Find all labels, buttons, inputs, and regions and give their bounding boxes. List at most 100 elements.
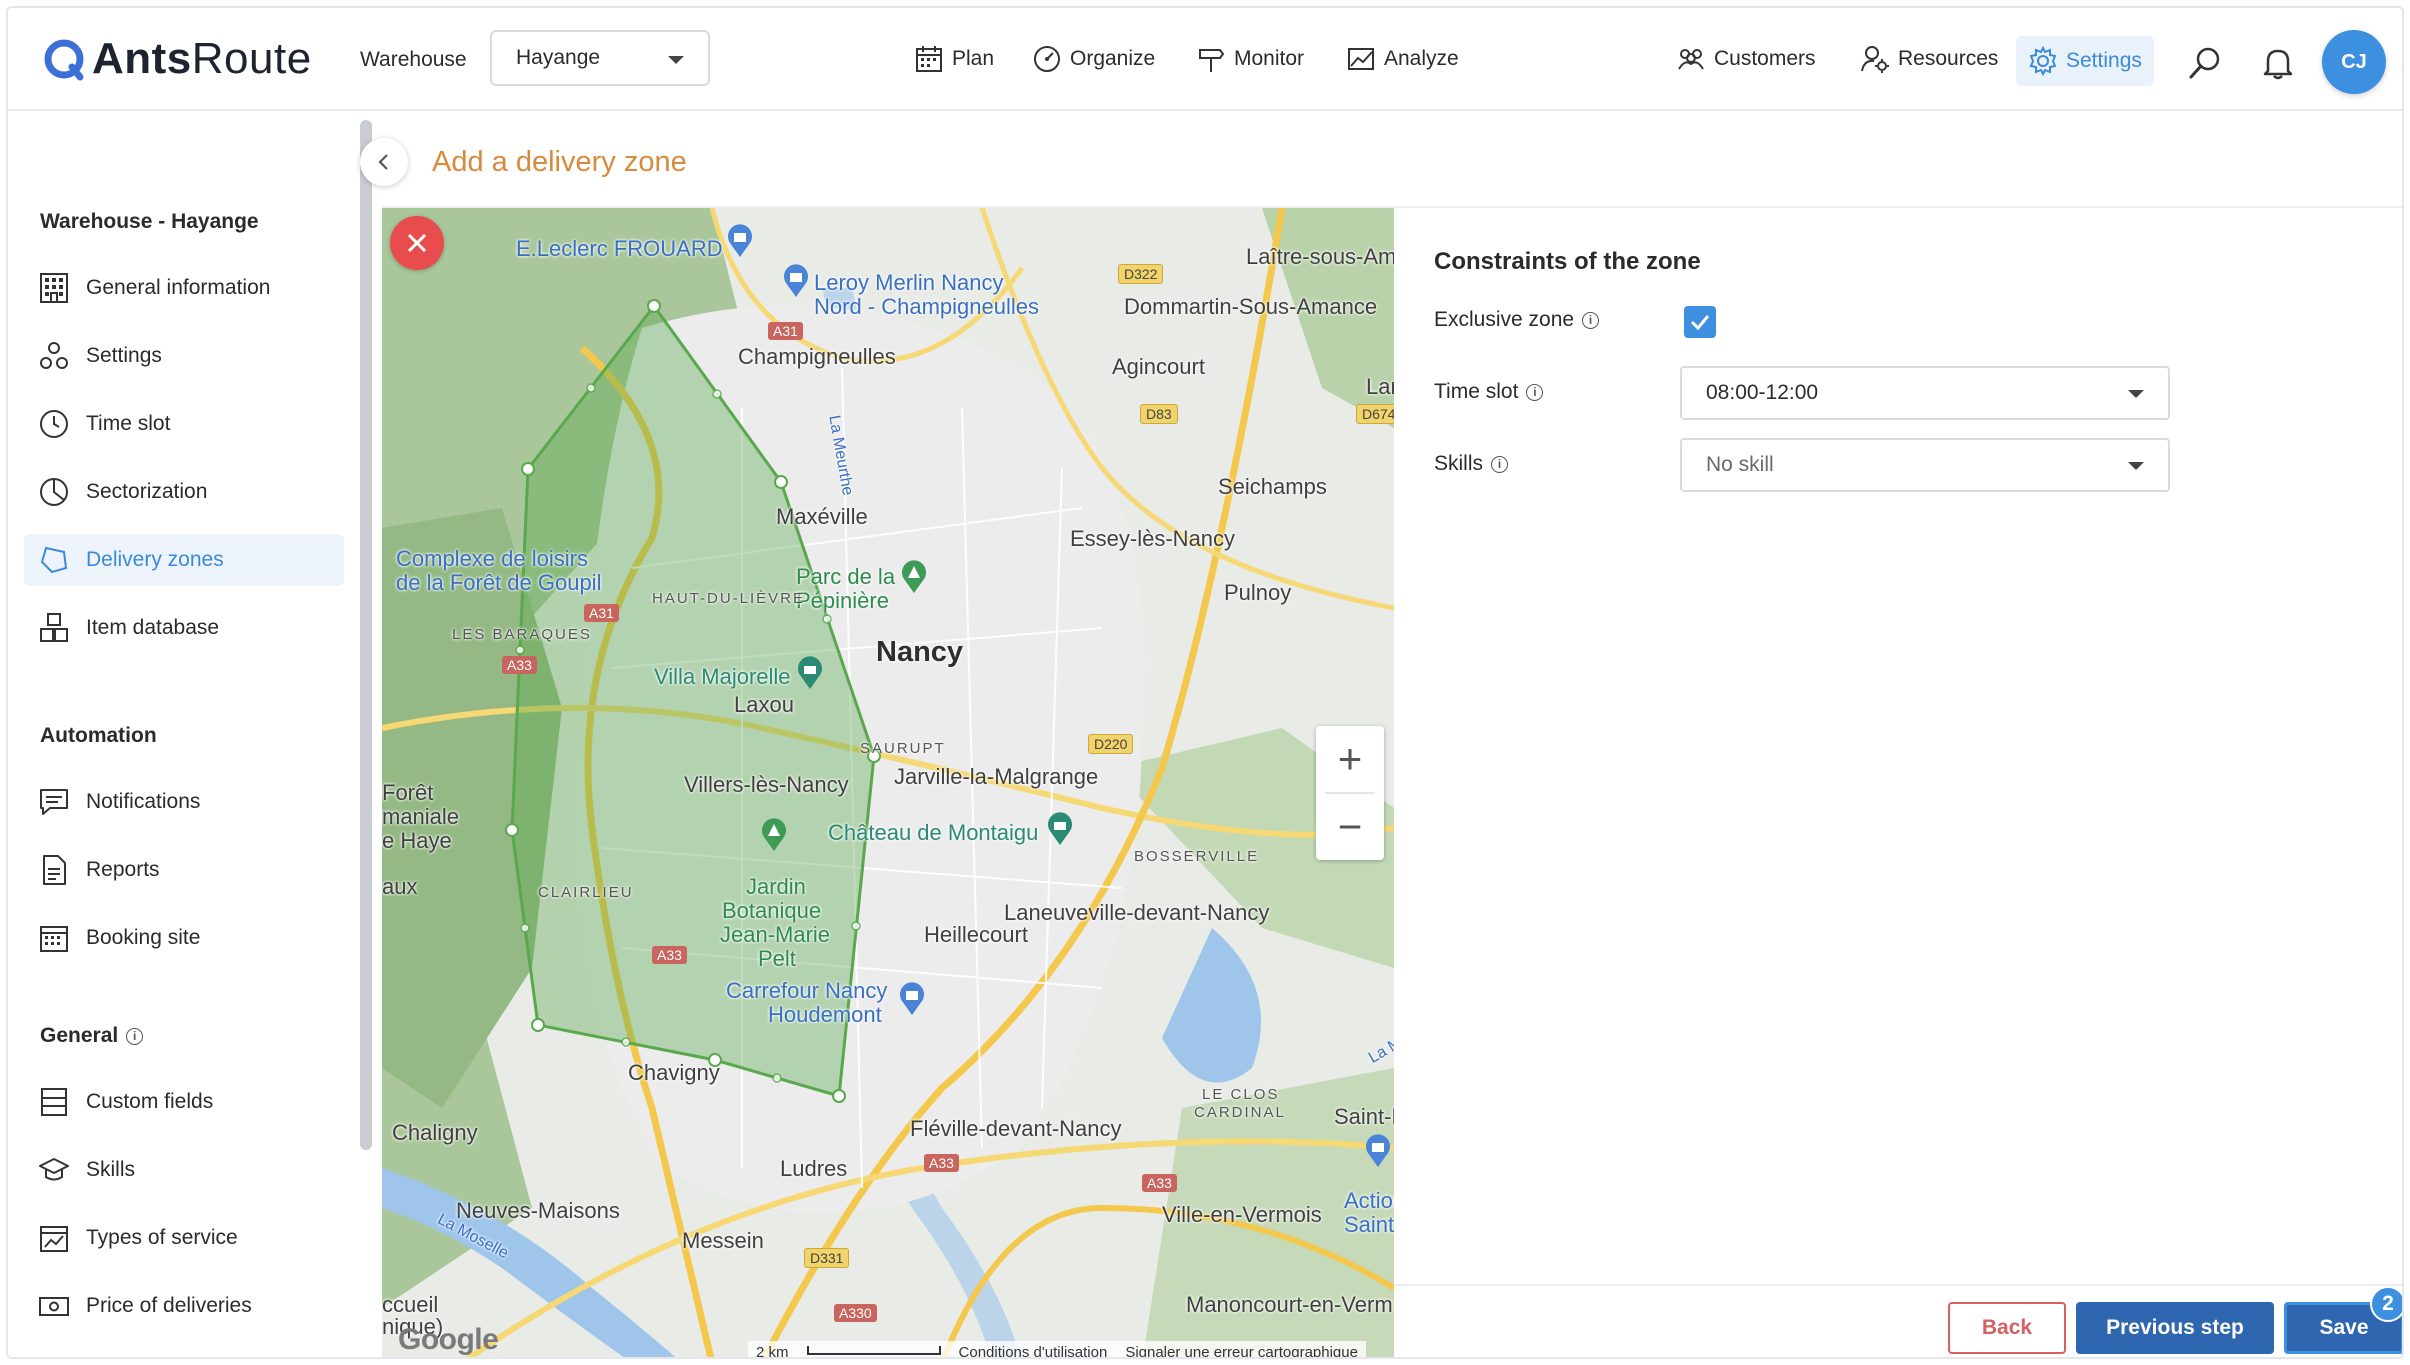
road-shield: A31 (584, 604, 619, 622)
chart-icon (1348, 48, 1374, 70)
sidebar-item-types-of-service[interactable]: Types of service (24, 1212, 344, 1264)
sidebar-item-custom-fields[interactable]: Custom fields (24, 1076, 344, 1128)
map-label: Agincourt (1112, 354, 1205, 379)
back-button[interactable]: Back (1948, 1302, 2066, 1354)
zoom-out-button[interactable]: − (1316, 794, 1384, 860)
map-view[interactable]: E.Leclerc FROUARD Leroy Merlin Nancy Nor… (382, 208, 1394, 1358)
chevron-down-icon (2128, 462, 2144, 470)
map-terms-link[interactable]: Conditions d'utilisation (959, 1344, 1108, 1358)
gauge-icon (1034, 46, 1060, 72)
top-header: AntsRoute Warehouse Hayange Plan Organiz… (8, 8, 2402, 111)
info-icon[interactable]: i (1526, 383, 1544, 401)
clock-icon (40, 410, 68, 438)
map-label: Ville-en-Vermois (1162, 1202, 1322, 1227)
road-shield: D322 (1118, 264, 1164, 284)
gears-icon (40, 342, 68, 369)
zoom-in-button[interactable]: + (1316, 726, 1384, 792)
antsroute-logo-icon (44, 39, 84, 81)
sidebar-scrollbar[interactable] (360, 120, 372, 1150)
road-shield: A33 (502, 656, 537, 674)
map-label: Villa Majorelle (654, 664, 791, 689)
map-label: CARDINAL (1194, 1104, 1286, 1121)
nav-analyze[interactable]: Analyze (1346, 44, 1459, 74)
collapse-sidebar-button[interactable] (360, 138, 408, 186)
previous-step-button[interactable]: Previous step (2076, 1302, 2274, 1354)
nav-settings-label: Settings (2066, 49, 2142, 72)
bell-icon[interactable] (2262, 46, 2294, 80)
nav-organize[interactable]: Organize (1032, 44, 1155, 74)
search-icon[interactable] (2188, 46, 2222, 80)
info-icon[interactable]: i (1582, 311, 1600, 329)
info-icon[interactable]: i (126, 1027, 144, 1045)
clear-zone-button[interactable] (390, 216, 444, 270)
map-label: Pelt (758, 946, 796, 971)
nav-settings[interactable]: Settings (2016, 36, 2154, 86)
map-label: de la Forêt de Goupil (396, 570, 602, 595)
map-zoom-control: + − (1316, 726, 1384, 860)
map-label: Chavigny (628, 1060, 720, 1085)
sidebar-item-label: Types of service (86, 1226, 238, 1249)
map-label: Saint-N (1334, 1104, 1394, 1129)
landmark-pin-icon (1048, 812, 1072, 845)
sidebar-item-notifications[interactable]: Notifications (24, 776, 344, 828)
user-avatar[interactable]: CJ (2322, 30, 2386, 94)
antsroute-logo[interactable]: AntsRoute (42, 34, 312, 84)
exclusive-zone-label: Exclusive zone i (1434, 308, 1600, 332)
form-fields-icon (41, 1088, 67, 1116)
exclusive-zone-checkbox[interactable] (1684, 306, 1716, 338)
sidebar-item-reports[interactable]: Reports (24, 844, 344, 896)
info-icon[interactable]: i (1491, 455, 1509, 473)
sidebar-item-label: Delivery zones (86, 548, 224, 571)
skills-select[interactable]: No skill (1680, 438, 2170, 492)
sidebar-item-label: Price of deliveries (86, 1294, 252, 1317)
nav-customers-label: Customers (1714, 47, 1816, 70)
warehouse-select[interactable]: Hayange (490, 30, 710, 86)
map-label: Villers-lès-Nancy (684, 772, 849, 797)
sidebar-item-label: Skills (86, 1158, 136, 1181)
map-report-link[interactable]: Signaler une erreur cartographique (1125, 1344, 1358, 1358)
sidebar-item-delivery-zones[interactable]: Delivery zones (24, 534, 344, 586)
sidebar-item-time-slot[interactable]: Time slot (24, 398, 344, 450)
map-label: Botanique (722, 898, 822, 923)
sidebar-item-settings[interactable]: Settings (24, 330, 344, 382)
chevron-down-icon (2128, 390, 2144, 398)
sidebar-item-item-database[interactable]: Item database (24, 602, 344, 654)
page-title: Add a delivery zone (432, 146, 687, 178)
message-icon (40, 789, 68, 815)
map-label: maniale (382, 804, 460, 829)
shopping-pin-icon (728, 224, 752, 257)
time-slot-select[interactable]: 08:00-12:00 (1680, 366, 2170, 420)
sidebar-item-label: Reports (86, 858, 160, 881)
nav-resources[interactable]: Resources (1860, 44, 1998, 74)
road-shield: D83 (1140, 404, 1178, 424)
sidebar-item-price-of-deliveries[interactable]: Price of deliveries (24, 1280, 344, 1332)
time-slot-label: Time slot i (1434, 380, 1544, 404)
sidebar-item-sectorization[interactable]: Sectorization (24, 466, 344, 518)
map-label: Laxou (734, 692, 794, 717)
road-shield: A31 (768, 322, 803, 340)
sidebar-item-label: Item database (86, 616, 220, 639)
road-shield: A33 (924, 1154, 959, 1172)
sidebar-item-general-information[interactable]: General information (24, 262, 344, 314)
map-label: CLAIRLIEU (538, 884, 634, 901)
sidebar-item-skills[interactable]: Skills (24, 1144, 344, 1196)
sidebar-item-label: Sectorization (86, 480, 208, 503)
user-gear-icon (1861, 46, 1889, 73)
map-label: aux (382, 874, 418, 899)
nav-customers[interactable]: Customers (1676, 44, 1816, 74)
shopping-pin-icon (900, 982, 924, 1015)
nav-monitor[interactable]: Monitor (1196, 44, 1304, 74)
banknote-icon (39, 1297, 69, 1316)
time-slot-label-text: Time slot (1434, 380, 1519, 403)
skills-label: Skills i (1434, 452, 1509, 476)
step-badge: 2 (2370, 1286, 2402, 1322)
nav-plan[interactable]: Plan (914, 44, 994, 74)
map-label: Manoncourt-en-Verm (1186, 1292, 1393, 1317)
polygon-icon (40, 546, 68, 574)
calendar-chart-icon (40, 1226, 68, 1252)
nav-monitor-label: Monitor (1234, 47, 1305, 70)
map-label: Dommartin-Sous-Amance (1124, 294, 1378, 319)
map-label: Pépinière (796, 588, 889, 613)
exclusive-zone-label-text: Exclusive zone (1434, 308, 1575, 331)
sidebar-item-booking-site[interactable]: Booking site (24, 912, 344, 964)
